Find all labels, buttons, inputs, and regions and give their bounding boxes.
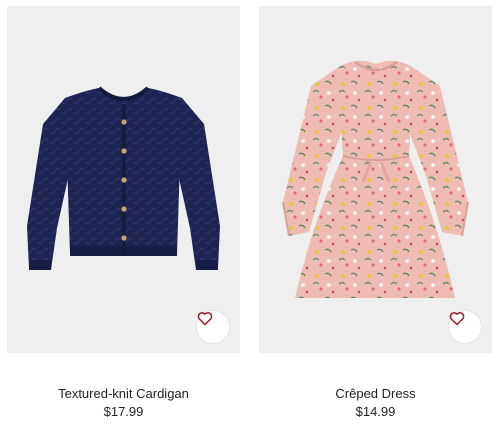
heart-outline-icon	[197, 312, 213, 326]
product-info: Textured-knit Cardigan $17.99	[7, 386, 240, 420]
product-grid: Textured-knit Cardigan $17.99 Crêped Dre…	[0, 0, 500, 425]
favorite-button[interactable]	[449, 311, 481, 343]
floral-dress-image	[282, 60, 469, 298]
product-name[interactable]: Crêped Dress	[259, 386, 492, 402]
product-info: Crêped Dress $14.99	[259, 386, 492, 420]
product-card[interactable]: Crêped Dress $14.99	[259, 6, 492, 420]
product-image[interactable]	[7, 6, 240, 353]
product-card[interactable]: Textured-knit Cardigan $17.99	[7, 6, 240, 420]
product-image[interactable]	[259, 6, 492, 353]
heart-outline-icon	[449, 312, 465, 326]
product-price: $14.99	[355, 404, 396, 419]
cardigan-image	[27, 86, 220, 270]
product-name[interactable]: Textured-knit Cardigan	[7, 386, 240, 402]
favorite-button[interactable]	[197, 311, 229, 343]
product-price: $17.99	[103, 404, 144, 419]
